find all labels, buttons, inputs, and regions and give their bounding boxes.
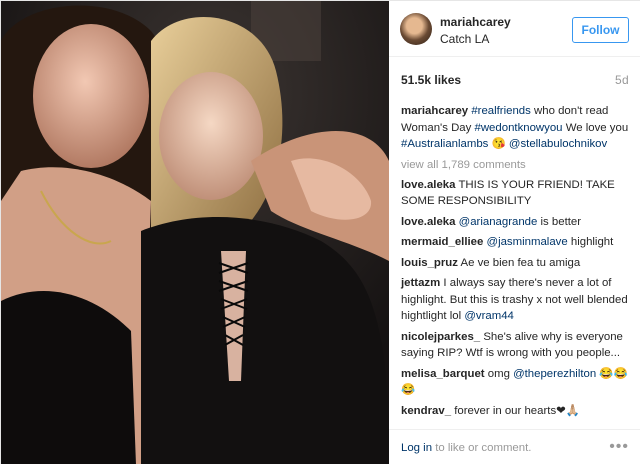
comment-username[interactable]: love.aleka [401,179,455,191]
comment-text: Ae ve bien fea tu amiga [460,256,581,269]
likes-row: 51.5k likes 5d [401,73,629,89]
comment-row: jettazm I always say there's never a lot… [401,275,633,325]
comment-row: love.aleka THIS IS YOUR FRIEND! TAKE SOM… [401,177,633,210]
comment-username[interactable]: kendrav_ [401,405,451,417]
mention-link[interactable]: @jasminmalave [487,236,568,248]
kiss-emoji: 😘 [488,138,509,150]
comment-row: kendrav_ forever in our hearts❤🙏🏼 [401,403,633,420]
comment-text: is better [537,215,582,228]
caption: mariahcarey #realfriends who don't read … [401,103,633,153]
like-count[interactable]: 51.5k likes [401,73,461,87]
login-link[interactable]: Log in [401,442,432,454]
more-options-icon[interactable]: ••• [609,438,629,456]
caption-text: We love you [562,121,629,134]
comment-row: love.aleka @arianagrande is better [401,214,633,231]
hashtag-link[interactable]: #realfriends [471,105,531,117]
comment-username[interactable]: louis_pruz [401,257,458,269]
comment-row: mermaid_elliee @jasminmalave highlight [401,234,633,251]
location-link[interactable]: Catch LA [440,32,489,46]
mention-link[interactable]: @stellabulochnikov [509,138,607,150]
post-side-panel: mariahcarey Catch LA Follow 51.5k likes … [389,1,640,464]
comment-username[interactable]: melisa_barquet [401,368,485,380]
follow-button[interactable]: Follow [572,17,629,43]
hashtag-link[interactable]: #wedontknowyou [475,122,563,134]
photo-illustration [1,1,389,464]
caption-username[interactable]: mariahcarey [401,105,468,117]
post-photo[interactable] [1,1,389,464]
comment-username[interactable]: love.aleka [401,216,455,228]
post-age[interactable]: 5d [615,73,629,87]
comment-row: nicolejparkes_ She's alive why is everyo… [401,329,633,362]
mention-link[interactable]: @theperezhilton [513,368,596,380]
comment-text: highlight [567,236,614,248]
hashtag-link[interactable]: #Australianlambs [401,138,488,150]
author-username[interactable]: mariahcarey [440,15,511,29]
comment-username[interactable]: mermaid_elliee [401,236,483,248]
comment-username[interactable]: jettazm [401,277,440,289]
instagram-post: mariahcarey Catch LA Follow 51.5k likes … [0,0,640,464]
mention-link[interactable]: @vram44 [464,310,514,322]
comments-list: mariahcarey #realfriends who don't read … [401,103,633,423]
comment-text: forever in our hearts❤🙏🏼 [454,404,580,417]
post-footer: Log in to like or comment. ••• [389,429,640,464]
mention-link[interactable]: @arianagrande [459,216,538,228]
comment-row: louis_pruz Ae ve bien fea tu amiga [401,255,633,272]
view-all-comments-link[interactable]: view all 1,789 comments [401,157,633,173]
login-prompt: Log in to like or comment. [401,442,531,454]
comment-text: omg [487,367,514,380]
comment-rows: love.aleka THIS IS YOUR FRIEND! TAKE SOM… [401,177,633,420]
comment-row: melisa_barquet omg @theperezhilton 😂😂😂 [401,366,633,399]
comment-username[interactable]: nicolejparkes_ [401,331,480,343]
login-prompt-text: to like or comment. [432,442,532,454]
avatar[interactable] [400,13,432,45]
post-header: mariahcarey Catch LA Follow [389,1,640,57]
